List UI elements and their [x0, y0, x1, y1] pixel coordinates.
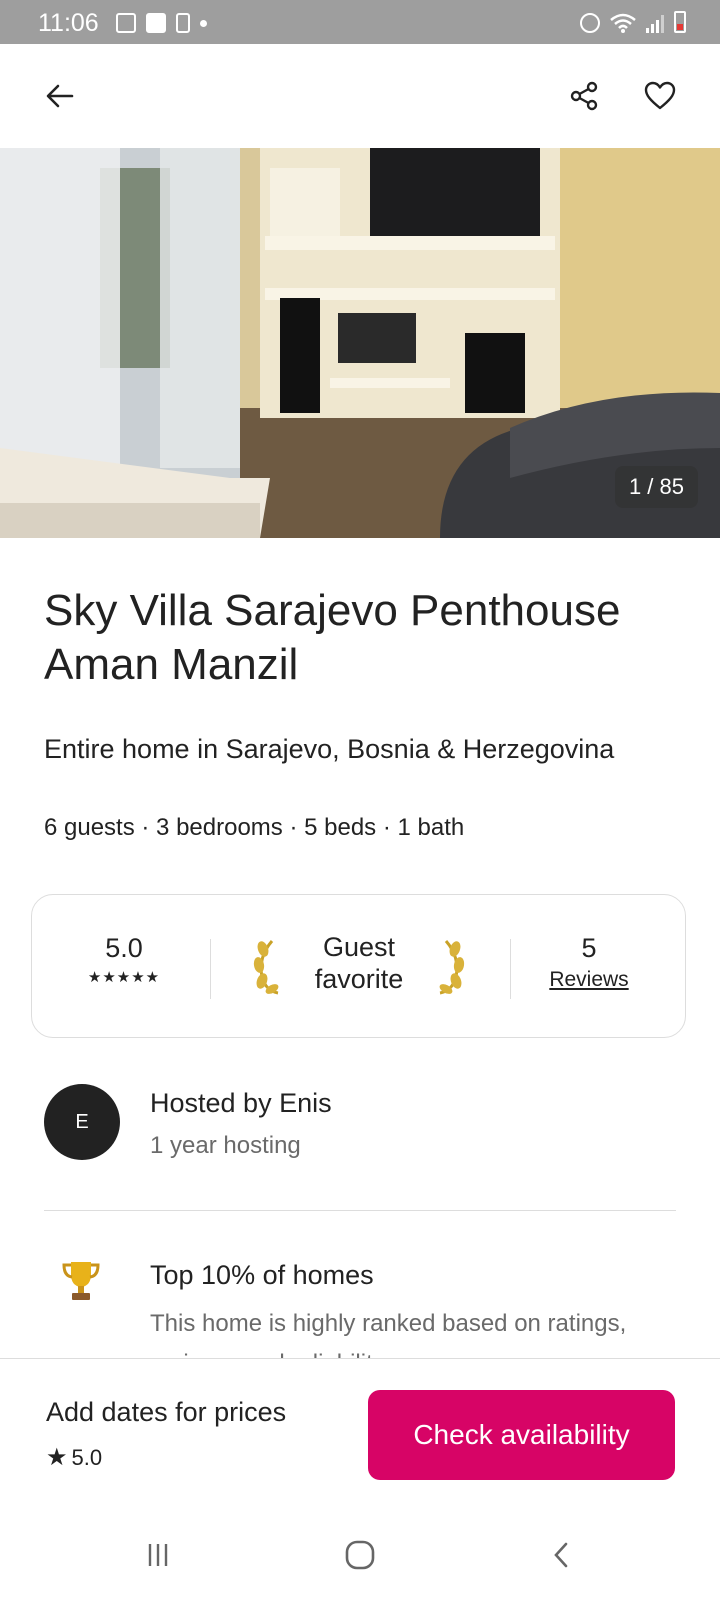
gallery-icon	[116, 13, 136, 33]
star-icon: ★	[46, 1444, 68, 1471]
reviews-count: 5	[581, 933, 597, 963]
highlight-description: This home is highly ranked based on rati…	[150, 1310, 627, 1360]
booking-rating-value: 5.0	[71, 1444, 103, 1470]
booking-bar: Add dates for prices ★ 5.0 Check availab…	[0, 1358, 720, 1510]
rating-card[interactable]: 5.0 ★★★★★ Guest favorite 5 Reviews	[31, 894, 686, 1038]
home-button[interactable]	[330, 1530, 390, 1580]
share-icon	[570, 81, 598, 111]
status-bar: 11:06	[0, 0, 720, 44]
nav-back-button[interactable]	[532, 1530, 592, 1580]
listing-subtitle: Entire home in Sarajevo, Bosnia & Herzeg…	[44, 734, 615, 764]
reviews-link[interactable]: Reviews	[549, 968, 628, 992]
share-button[interactable]	[564, 76, 604, 116]
check-availability-button[interactable]: Check availability	[368, 1390, 675, 1480]
favorite-button[interactable]	[640, 76, 680, 116]
back-button[interactable]	[40, 76, 80, 116]
heart-icon	[644, 81, 676, 110]
booking-rating: ★ 5.0	[46, 1443, 102, 1472]
divider	[510, 939, 511, 999]
recent-apps-button[interactable]	[128, 1530, 188, 1580]
dot-icon	[200, 19, 207, 27]
back-arrow-icon	[46, 84, 74, 108]
host-name: Hosted by Enis	[150, 1088, 332, 1118]
back-icon	[554, 1542, 568, 1568]
alarm-icon	[580, 13, 600, 33]
living-room-photo	[0, 148, 720, 538]
signal-icon	[646, 13, 664, 33]
host-avatar[interactable]: E	[44, 1084, 120, 1160]
person-shield-icon	[146, 13, 166, 33]
home-icon	[345, 1540, 375, 1570]
battery-low-icon	[674, 11, 686, 33]
photo-counter: 1 / 85	[614, 466, 698, 508]
guest-favorite-badge: Guest favorite	[250, 931, 468, 1001]
laurel-right-icon	[439, 940, 465, 995]
listing-details: 6 guests · 3 bedrooms · 5 beds · 1 bath	[44, 814, 465, 841]
listing-photo[interactable]: 1 / 85	[0, 148, 720, 538]
rating-stars: ★★★★★	[87, 969, 161, 986]
host-experience: 1 year hosting	[150, 1132, 301, 1159]
wifi-icon	[610, 13, 636, 33]
status-time: 11:06	[38, 9, 99, 37]
rating-block: 5.0 ★★★★★	[76, 933, 172, 986]
system-nav-bar	[0, 1510, 720, 1600]
rating-value: 5.0	[105, 933, 143, 963]
reviews-block[interactable]: 5 Reviews	[524, 933, 654, 992]
section-divider	[44, 1210, 676, 1211]
recent-apps-icon	[148, 1544, 168, 1566]
listing-header	[0, 44, 720, 148]
highlight-title: Top 10% of homes	[150, 1260, 374, 1290]
guest-favorite-label: Guest favorite	[314, 932, 404, 994]
laurel-left-icon	[253, 940, 279, 995]
listing-title: Sky Villa Sarajevo Penthouse Aman Manzil	[44, 586, 621, 689]
trophy-icon	[62, 1262, 100, 1300]
divider	[210, 939, 211, 999]
price-prompt[interactable]: Add dates for prices	[46, 1397, 286, 1428]
sim-alert-icon	[176, 13, 190, 33]
